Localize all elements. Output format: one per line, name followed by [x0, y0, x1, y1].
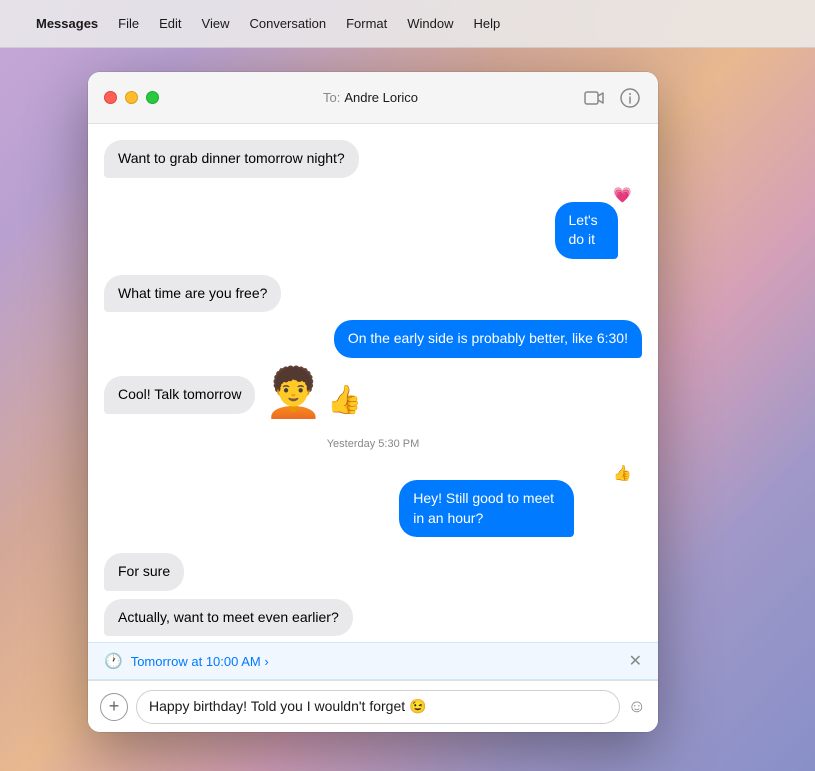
menubar-help[interactable]: Help — [474, 16, 501, 31]
message-input-wrapper — [136, 690, 620, 724]
menubar-edit[interactable]: Edit — [159, 16, 181, 31]
close-button[interactable] — [104, 91, 117, 104]
message-row: 👍 Hey! Still good to meet in an hour? — [104, 464, 642, 537]
message-row: Want to grab dinner tomorrow night? — [104, 140, 642, 178]
reminder-text[interactable]: Tomorrow at 10:00 AM › — [131, 654, 269, 669]
reminder-bar: 🕐 Tomorrow at 10:00 AM › ✕ — [88, 642, 658, 680]
message-row: Actually, want to meet even earlier? — [104, 599, 642, 637]
reminder-content: 🕐 Tomorrow at 10:00 AM › — [104, 652, 269, 670]
message-bubble: For sure — [104, 553, 184, 591]
message-bubble: Let's do it — [555, 202, 618, 259]
memoji-row: Cool! Talk tomorrow 🧑‍🦱 👍 — [104, 370, 362, 414]
message-row: On the early side is probably better, li… — [104, 320, 642, 358]
plus-icon: + — [109, 696, 120, 717]
message-input[interactable] — [149, 699, 607, 715]
message-bubble: What time are you free? — [104, 275, 281, 313]
message-bubble: Want to grab dinner tomorrow night? — [104, 140, 359, 178]
input-area: + ☺ — [88, 680, 658, 732]
message-row: What time are you free? — [104, 275, 642, 313]
message-bubble: Actually, want to meet even earlier? — [104, 599, 353, 637]
message-bubble: On the early side is probably better, li… — [334, 320, 642, 358]
maximize-button[interactable] — [146, 91, 159, 104]
menubar-conversation[interactable]: Conversation — [249, 16, 326, 31]
message-row: For sure — [104, 553, 642, 591]
add-attachment-button[interactable]: + — [100, 693, 128, 721]
messages-area[interactable]: Want to grab dinner tomorrow night? 💗 Le… — [88, 124, 658, 642]
contact-name: Andre Lorico — [344, 90, 418, 105]
message-row: 💗 Let's do it — [104, 186, 642, 259]
menubar-window[interactable]: Window — [407, 16, 453, 31]
reminder-clock-icon: 🕐 — [104, 652, 123, 670]
menubar-messages[interactable]: Messages — [36, 16, 98, 31]
timestamp-divider: Yesterday 5:30 PM — [104, 438, 642, 450]
reminder-close-button[interactable]: ✕ — [629, 651, 642, 671]
message-row: Cool! Talk tomorrow 🧑‍🦱 👍 — [104, 370, 642, 414]
info-button[interactable] — [618, 86, 642, 110]
message-bubble: Cool! Talk tomorrow — [104, 376, 255, 414]
titlebar-center: To: Andre Lorico — [159, 90, 582, 105]
titlebar: To: Andre Lorico — [88, 72, 658, 124]
titlebar-actions — [582, 86, 642, 110]
video-call-button[interactable] — [582, 86, 606, 110]
menubar-view[interactable]: View — [202, 16, 230, 31]
menubar: Messages File Edit View Conversation For… — [0, 0, 815, 48]
memoji-tapback: 👍 — [327, 386, 362, 414]
emoji-button[interactable]: ☺ — [628, 696, 646, 717]
to-label: To: — [323, 90, 340, 105]
message-bubble: Hey! Still good to meet in an hour? — [399, 480, 574, 537]
menubar-format[interactable]: Format — [346, 16, 387, 31]
messages-window: To: Andre Lorico Want to grab din — [88, 72, 658, 732]
menubar-file[interactable]: File — [118, 16, 139, 31]
traffic-lights — [104, 91, 159, 104]
memoji-sticker: 🧑‍🦱 — [263, 370, 323, 418]
minimize-button[interactable] — [125, 91, 138, 104]
